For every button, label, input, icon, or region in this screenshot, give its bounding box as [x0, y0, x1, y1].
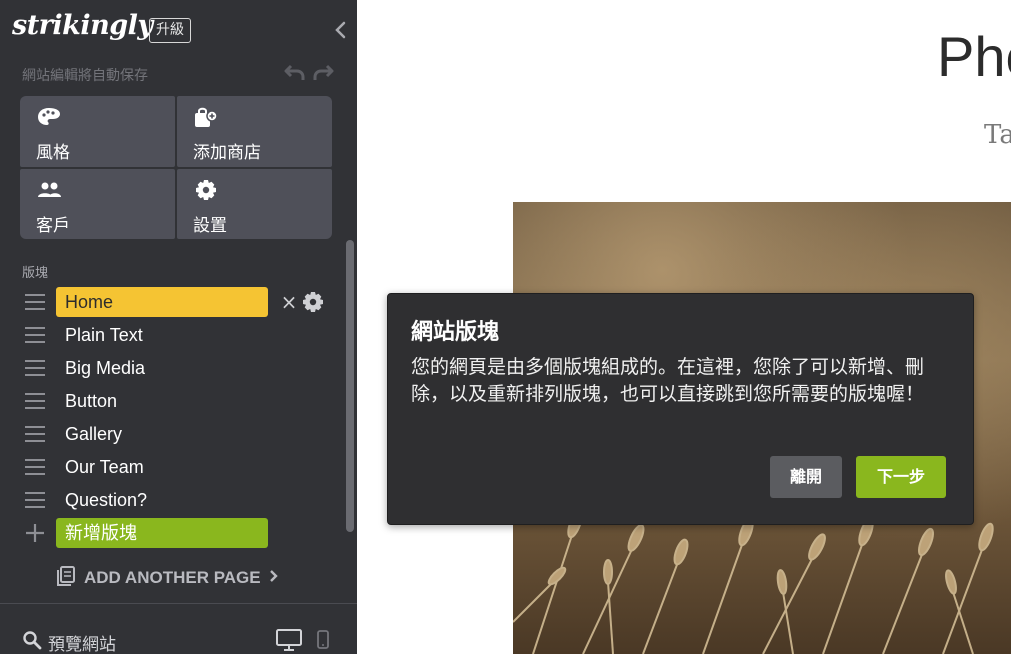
palette-icon [36, 106, 62, 128]
section-label[interactable]: Plain Text [56, 320, 268, 350]
section-item-plain-text[interactable]: Plain Text [0, 320, 345, 350]
section-label[interactable]: Our Team [56, 452, 268, 482]
autosave-status: 網站編輯將自動保存 [22, 68, 148, 84]
desktop-view-icon[interactable] [276, 628, 302, 652]
editor-sidebar: strikingly 升級 網站編輯將自動保存 風格 添加商店 客戶 設置 版塊… [0, 0, 357, 654]
editor-tiles: 風格 添加商店 客戶 設置 [20, 96, 332, 239]
shopping-bag-icon [193, 106, 219, 128]
plus-icon[interactable] [24, 524, 46, 542]
upgrade-button[interactable]: 升級 [149, 18, 191, 43]
strikingly-logo[interactable]: strikingly [12, 10, 153, 41]
undo-icon[interactable] [283, 63, 305, 85]
redo-icon[interactable] [313, 63, 335, 85]
add-section-row[interactable]: 新增版塊 [0, 518, 345, 548]
tile-label: 添加商店 [193, 143, 261, 163]
add-section-button[interactable]: 新增版塊 [56, 518, 268, 548]
section-item-our-team[interactable]: Our Team [0, 452, 345, 482]
section-settings-gear-icon[interactable] [302, 291, 324, 313]
tile-add-store[interactable]: 添加商店 [177, 96, 332, 167]
delete-section-icon[interactable]: × [280, 291, 298, 313]
section-label[interactable]: Button [56, 386, 268, 416]
gear-icon [193, 179, 219, 201]
popover-title: 網站版塊 [411, 320, 500, 345]
undo-redo-group [283, 63, 339, 85]
drag-handle-icon[interactable] [24, 392, 46, 410]
hero-title[interactable]: Pho [937, 24, 1011, 89]
preview-site-link[interactable]: 預覽網站 [22, 630, 116, 654]
tile-label: 風格 [36, 143, 70, 163]
next-step-button[interactable]: 下一步 [856, 456, 946, 498]
users-icon [36, 179, 62, 201]
preview-label: 預覽網站 [48, 634, 116, 654]
add-page-label: ADD ANOTHER PAGE [84, 568, 261, 587]
section-label[interactable]: Home [56, 287, 268, 317]
section-label[interactable]: Gallery [56, 419, 268, 449]
tile-style[interactable]: 風格 [20, 96, 175, 167]
collapse-sidebar-icon[interactable] [331, 18, 351, 42]
search-icon [22, 630, 42, 654]
section-item-question[interactable]: Question? [0, 485, 345, 515]
popover-body: 您的網頁是由多個版塊組成的。在這裡，您除了可以新增、刪除，以及重新排列版塊，也可… [411, 356, 925, 405]
drag-handle-icon[interactable] [24, 458, 46, 476]
leave-tour-button[interactable]: 離開 [770, 456, 842, 498]
tile-customers[interactable]: 客戶 [20, 168, 175, 239]
section-item-gallery[interactable]: Gallery [0, 419, 345, 449]
sidebar-divider [0, 603, 357, 604]
sections-tour-popover: 網站版塊 您的網頁是由多個版塊組成的。在這裡，您除了可以新增、刪除，以及重新排列… [387, 293, 974, 525]
tile-label: 設置 [193, 215, 227, 236]
mobile-view-icon[interactable] [316, 630, 330, 650]
hero-subtitle[interactable]: Ta [984, 120, 1011, 150]
drag-handle-icon[interactable] [24, 326, 46, 344]
section-item-button[interactable]: Button [0, 386, 345, 416]
add-another-page-link[interactable]: ADD ANOTHER PAGE [56, 565, 279, 591]
tile-label: 客戶 [36, 215, 70, 236]
tile-settings[interactable]: 設置 [177, 168, 332, 239]
section-label[interactable]: Big Media [56, 353, 268, 383]
section-item-home[interactable]: Home × [0, 287, 345, 317]
sections-heading: 版塊 [22, 266, 49, 281]
pages-icon [56, 565, 76, 591]
sidebar-scrollbar[interactable] [346, 240, 354, 532]
drag-handle-icon[interactable] [24, 491, 46, 509]
drag-handle-icon[interactable] [24, 293, 46, 311]
section-item-big-media[interactable]: Big Media [0, 353, 345, 383]
section-label[interactable]: Question? [56, 485, 268, 515]
drag-handle-icon[interactable] [24, 359, 46, 377]
drag-handle-icon[interactable] [24, 425, 46, 443]
chevron-right-icon [269, 568, 279, 588]
